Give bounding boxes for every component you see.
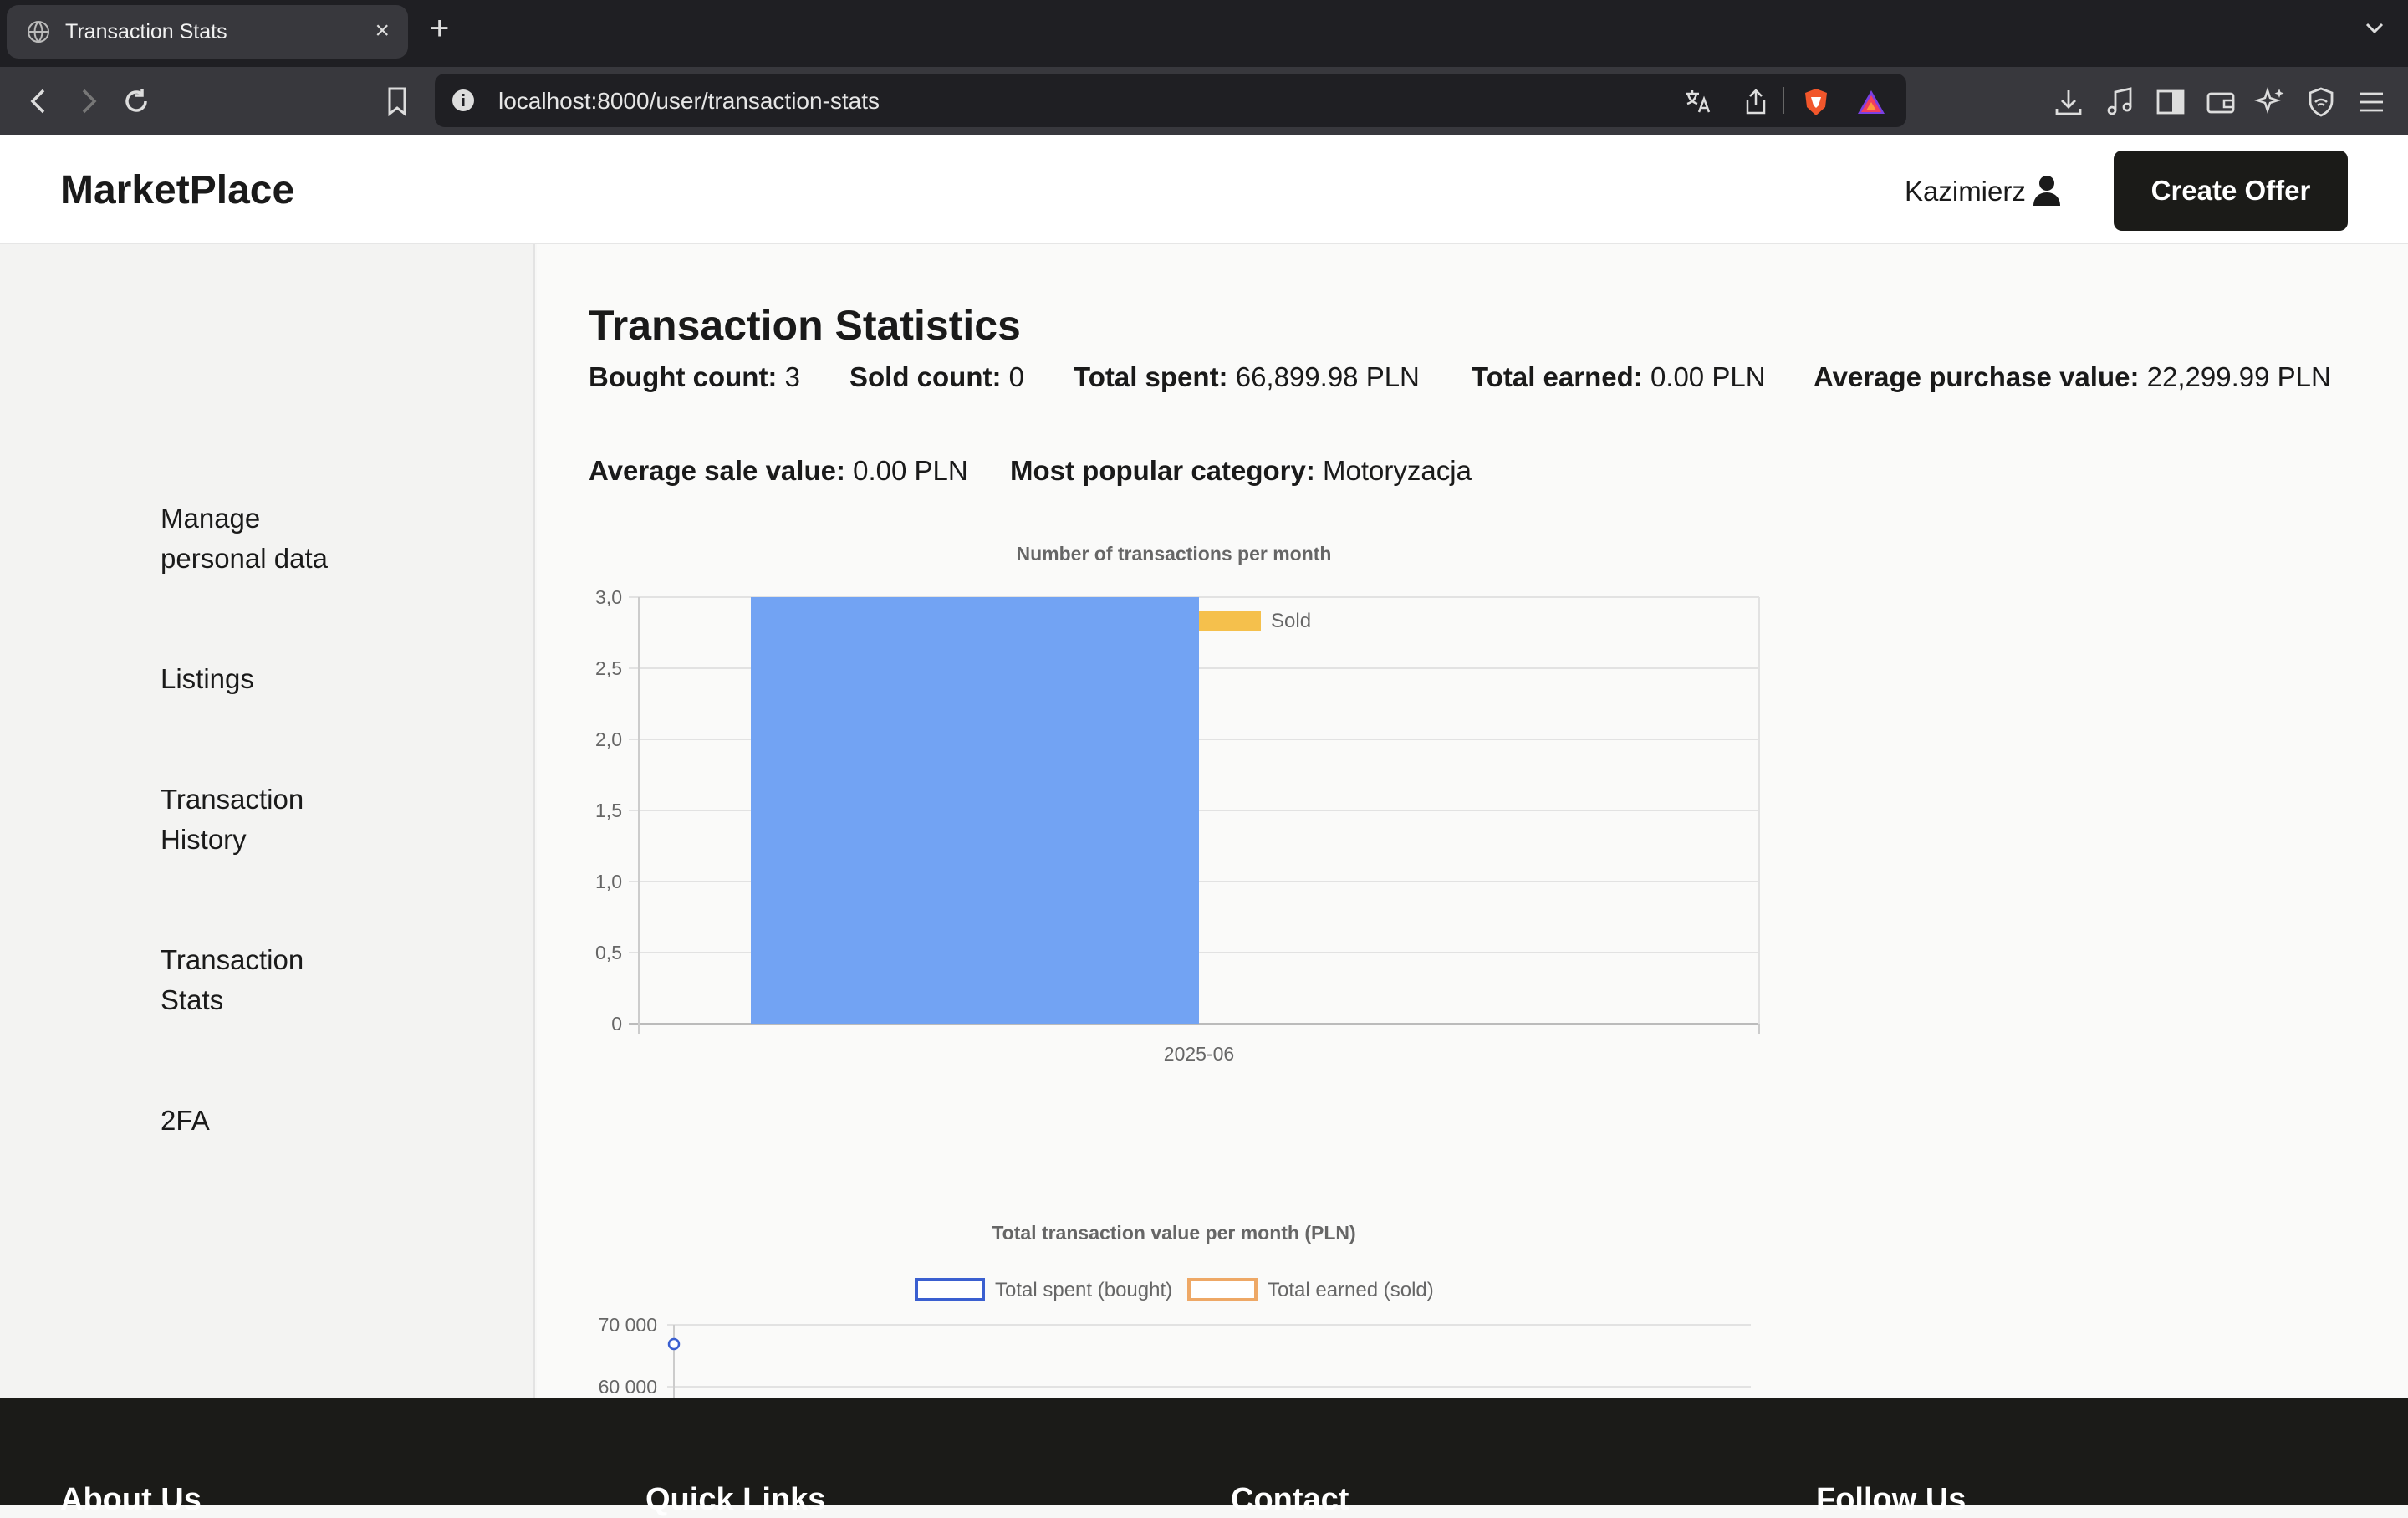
music-icon[interactable] [2104,85,2137,119]
bar-bought [751,597,1199,1024]
site-header: MarketPlace Kazimierz Create Offer [0,135,2408,244]
stat-total-earned: Total earned: 0.00 PLN [1472,361,1766,392]
y-tick-label: 2,0 [595,728,622,750]
reload-icon[interactable] [117,82,156,120]
wallet-icon[interactable] [2204,85,2237,119]
sidebar-item-label: Manage [161,503,261,534]
x-tick-label: 2025-06 [1164,1043,1234,1065]
y-tick-label: 0,5 [595,942,622,963]
username[interactable]: Kazimierz [1905,176,2026,207]
browser-tab[interactable]: Transaction Stats × [7,5,408,59]
menu-icon[interactable] [2354,85,2388,119]
sidebar-item-label: Transaction [161,784,304,815]
sidebar-item-label: Transaction [161,944,304,975]
y-tick-label: 70 000 [599,1314,657,1336]
brave-shield-icon[interactable] [1801,87,1831,117]
legend-swatch [1194,611,1261,631]
divider [1783,87,1784,114]
stat-bought-count: Bought count: 3 [589,361,800,392]
stat-sold-count: Sold count: 0 [849,361,1024,392]
bookmark-icon[interactable] [378,82,416,120]
stat-average-sale: Average sale value: 0.00 PLN [589,455,968,486]
main-content: Transaction Statistics Bought count: 3 S… [537,244,2408,1398]
legend-label: Total spent (bought) [995,1279,1172,1301]
y-tick-label: 1,0 [595,871,622,892]
sidebar-item-label: personal data [161,543,328,574]
sidebar-item-transaction-history[interactable]: Transaction History [161,779,378,860]
y-tick-label: 60 000 [599,1376,657,1398]
translate-icon[interactable] [1682,87,1712,117]
leo-ai-icon[interactable] [2254,85,2288,119]
forward-icon[interactable] [69,82,107,120]
sidebar-item-label: Stats [161,984,224,1015]
chevron-down-icon[interactable] [2363,17,2386,40]
new-tab-icon[interactable]: + [430,10,449,48]
sidebar-item-transaction-stats[interactable]: Transaction Stats [161,940,378,1020]
brand-logo[interactable]: MarketPlace [60,167,294,213]
globe-icon [28,21,49,43]
user-icon[interactable] [2032,174,2062,207]
transactions-per-month-chart: Number of transactions per monthBoughtSo… [595,545,1760,1065]
download-icon[interactable] [2052,85,2085,119]
legend-swatch [915,1278,985,1301]
stat-total-spent: Total spent: 66,899.98 PLN [1074,361,1420,392]
transaction-value-chart: Total transaction value per month (PLN) T… [599,1222,1751,1398]
legend-label: Total earned (sold) [1268,1279,1434,1301]
tab-title: Transaction Stats [65,20,227,43]
y-tick-label: 2,5 [595,657,622,679]
address-bar[interactable]: localhost:8000/user/transaction-stats [435,74,1906,127]
legend-swatch [1187,1278,1258,1301]
y-tick-label: 1,5 [595,800,622,821]
footer-links-heading: Quick Links [645,1482,826,1517]
sidebar: Manage personal data Listings Transactio… [0,244,535,1398]
browser-toolbar: localhost:8000/user/transaction-stats [0,67,2408,135]
stat-popular-category: Most popular category: Motoryzacja [1010,455,1472,486]
sidebar-item-label: 2FA [161,1105,210,1136]
legend-label: Sold [1271,610,1311,632]
y-tick-label: 0 [611,1013,622,1035]
info-icon[interactable] [450,87,477,114]
sidebar-item-personal-data[interactable]: Manage personal data [161,498,378,579]
stat-average-purchase: Average purchase value: 22,299.99 PLN [1814,361,2331,392]
footer-follow-heading: Follow Us [1816,1482,1967,1517]
footer-about-heading: About Us [60,1482,202,1517]
back-icon[interactable] [20,82,59,120]
sidebar-item-2fa[interactable]: 2FA [161,1101,378,1141]
sidebar-item-label: History [161,824,247,855]
footer-contact-heading: Contact [1231,1482,1349,1517]
url-text: localhost:8000/user/transaction-stats [498,88,880,114]
sidebar-item-listings[interactable]: Listings [161,659,378,699]
share-icon[interactable] [1741,87,1771,117]
sidebar-item-label: Listings [161,663,254,694]
tab-close-icon[interactable]: × [375,17,390,45]
rewards-icon[interactable] [1856,87,1886,117]
footer: About Us Quick Links Contact Follow Us [0,1398,2408,1517]
y-tick-label: 3,0 [595,586,622,608]
vpn-shield-icon[interactable] [2304,85,2338,119]
browser-tab-bar: Transaction Stats × + [0,0,2408,67]
page-title: Transaction Statistics [589,302,1021,349]
sidebar-icon[interactable] [2154,85,2187,119]
data-point-spent [667,1337,681,1351]
chart-title: Number of transactions per month [1017,545,1332,565]
create-offer-button[interactable]: Create Offer [2114,151,2348,231]
chart-title: Total transaction value per month (PLN) [992,1222,1355,1244]
